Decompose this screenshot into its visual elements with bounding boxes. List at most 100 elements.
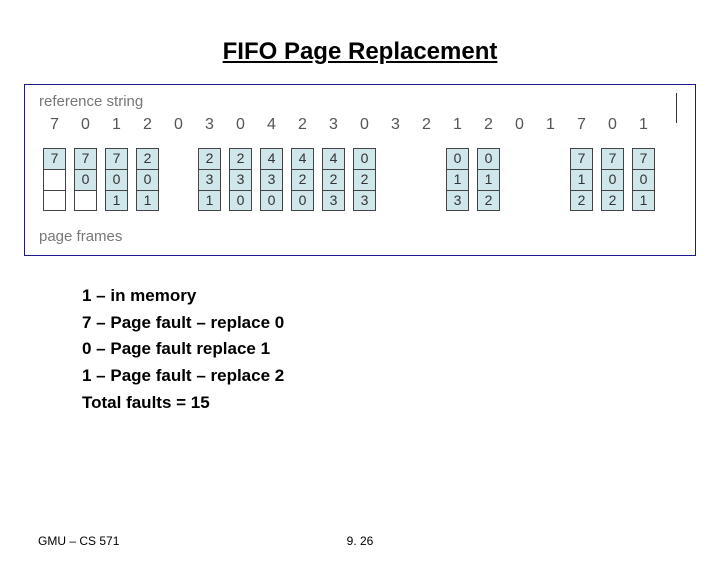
frame-cell: 3 <box>446 190 469 211</box>
frame-cell: 0 <box>74 169 97 190</box>
bullet-item: Total faults = 15 <box>82 391 720 416</box>
footer-left: GMU – CS 571 <box>38 534 119 548</box>
frame-box: 702 <box>601 148 624 211</box>
frame-cell: 4 <box>260 148 283 169</box>
frame-cell <box>43 169 66 190</box>
bullet-item: 7 – Page fault – replace 0 <box>82 311 720 336</box>
frame-box: 70 <box>74 148 97 211</box>
reference-value: 3 <box>318 116 349 134</box>
frame-cell: 3 <box>353 190 376 211</box>
frame-cell: 4 <box>291 148 314 169</box>
frame-cell <box>74 190 97 211</box>
page-frames-row: 7707012012312304304204230230130127127027… <box>39 148 687 216</box>
frame-cell: 0 <box>291 190 314 211</box>
reference-value: 2 <box>132 116 163 134</box>
frame-column: 423 <box>318 148 349 216</box>
frame-column: 231 <box>194 148 225 216</box>
frame-cell: 7 <box>601 148 624 169</box>
frame-column: 230 <box>225 148 256 216</box>
frame-box: 012 <box>477 148 500 211</box>
frame-column <box>535 148 566 216</box>
reference-string-label: reference string <box>39 93 687 110</box>
reference-value: 1 <box>442 116 473 134</box>
frame-box: 7 <box>43 148 66 211</box>
frame-cell: 2 <box>570 190 593 211</box>
frame-cell: 0 <box>477 148 500 169</box>
reference-value: 1 <box>535 116 566 134</box>
frame-box: 430 <box>260 148 283 211</box>
reference-value: 1 <box>628 116 659 134</box>
frame-cell: 7 <box>105 148 128 169</box>
frame-column: 7 <box>39 148 70 216</box>
frame-cell: 2 <box>601 190 624 211</box>
bullet-item: 1 – in memory <box>82 284 720 309</box>
page-frames-label: page frames <box>39 228 687 245</box>
frame-cell: 0 <box>136 169 159 190</box>
frame-cell: 0 <box>260 190 283 211</box>
reference-value: 0 <box>225 116 256 134</box>
frame-cell: 2 <box>477 190 500 211</box>
frame-cell: 2 <box>353 169 376 190</box>
frame-box: 701 <box>105 148 128 211</box>
frame-cell: 3 <box>198 169 221 190</box>
frame-cell: 1 <box>570 169 593 190</box>
bullet-item: 0 – Page fault replace 1 <box>82 337 720 362</box>
frame-cell: 0 <box>632 169 655 190</box>
frame-cell: 0 <box>105 169 128 190</box>
frame-box: 712 <box>570 148 593 211</box>
frame-cell: 3 <box>260 169 283 190</box>
frame-column: 701 <box>101 148 132 216</box>
reference-value: 2 <box>411 116 442 134</box>
frame-column: 712 <box>566 148 597 216</box>
reference-value: 0 <box>597 116 628 134</box>
reference-value: 7 <box>39 116 70 134</box>
vertical-mark <box>676 93 677 123</box>
frame-cell: 1 <box>477 169 500 190</box>
frame-box: 023 <box>353 148 376 211</box>
frame-cell: 1 <box>136 190 159 211</box>
frame-column: 023 <box>349 148 380 216</box>
frame-cell: 2 <box>291 169 314 190</box>
reference-value: 1 <box>101 116 132 134</box>
frame-column <box>411 148 442 216</box>
frame-cell: 7 <box>74 148 97 169</box>
frame-cell: 3 <box>322 190 345 211</box>
reference-value: 0 <box>70 116 101 134</box>
reference-value: 0 <box>349 116 380 134</box>
frame-column: 70 <box>70 148 101 216</box>
frame-column: 013 <box>442 148 473 216</box>
bullet-item: 1 – Page fault – replace 2 <box>82 364 720 389</box>
frame-cell: 7 <box>570 148 593 169</box>
frame-column: 702 <box>597 148 628 216</box>
reference-value: 3 <box>380 116 411 134</box>
reference-string-row: 70120304230321201701 <box>39 116 687 134</box>
footer-center: 9. 26 <box>347 534 374 548</box>
reference-value: 2 <box>473 116 504 134</box>
frame-cell: 7 <box>632 148 655 169</box>
frame-cell: 7 <box>43 148 66 169</box>
frame-cell <box>43 190 66 211</box>
reference-value: 2 <box>287 116 318 134</box>
frame-cell: 0 <box>229 190 252 211</box>
fifo-diagram: reference string 70120304230321201701 77… <box>24 84 696 256</box>
frame-box: 201 <box>136 148 159 211</box>
reference-value: 4 <box>256 116 287 134</box>
frame-column: 012 <box>473 148 504 216</box>
frame-cell: 2 <box>229 148 252 169</box>
slide-title: FIFO Page Replacement <box>0 38 720 66</box>
frame-cell: 1 <box>105 190 128 211</box>
frame-cell: 1 <box>632 190 655 211</box>
reference-value: 0 <box>163 116 194 134</box>
bullet-list: 1 – in memory7 – Page fault – replace 00… <box>82 284 720 415</box>
frame-cell: 2 <box>322 169 345 190</box>
frame-column: 430 <box>256 148 287 216</box>
frame-cell: 0 <box>601 169 624 190</box>
frame-cell: 4 <box>322 148 345 169</box>
frame-box: 423 <box>322 148 345 211</box>
reference-value: 7 <box>566 116 597 134</box>
frame-column: 420 <box>287 148 318 216</box>
frame-box: 701 <box>632 148 655 211</box>
frame-box: 230 <box>229 148 252 211</box>
frame-box: 420 <box>291 148 314 211</box>
reference-value: 0 <box>504 116 535 134</box>
